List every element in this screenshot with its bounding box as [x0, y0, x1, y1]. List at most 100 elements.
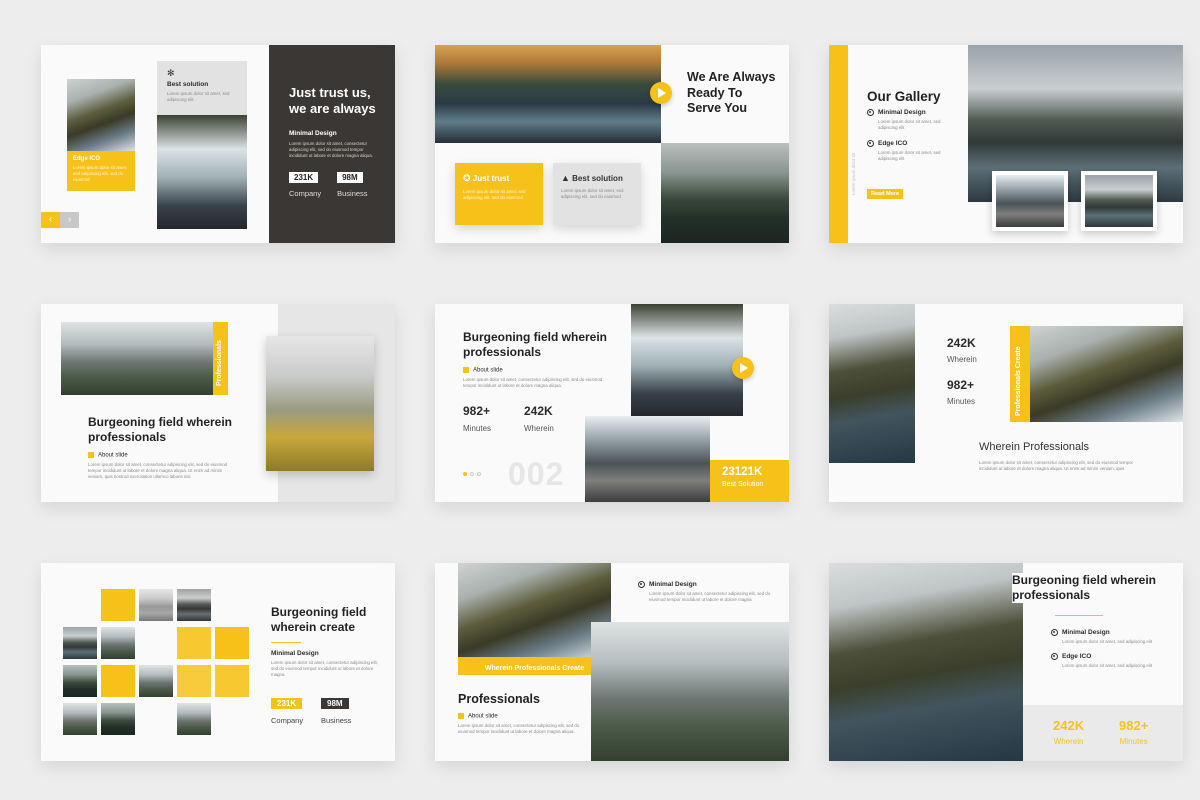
- card-just-trust[interactable]: ✪ Just trust Lorem ipsum dolor sit amet,…: [455, 163, 543, 225]
- professionals-create-text: Professionals Create: [1015, 346, 1022, 416]
- slide7-title: Burgeoning field wherein create: [271, 605, 367, 634]
- dot[interactable]: [477, 472, 481, 476]
- stats-panel: [1023, 705, 1183, 761]
- photo-thumb-1: [996, 175, 1064, 227]
- mosaic-tile: [177, 627, 211, 659]
- target-icon: [867, 140, 874, 148]
- photo-flower-field: [266, 336, 374, 471]
- slide-8[interactable]: Wherein Professionals Create Minimal Des…: [435, 563, 789, 761]
- rebel-icon: ✪: [463, 173, 471, 183]
- item-edge-ico: Edge ICO: [1062, 653, 1092, 661]
- photo-suspension-bridge: [585, 416, 710, 502]
- mosaic-tile: [63, 665, 97, 697]
- slide9-title: Burgeoning field wherein professionals: [1012, 573, 1177, 603]
- mosaic-tile: [63, 703, 97, 735]
- stat-business-value: 98M: [337, 171, 363, 183]
- photo-coastline: [1030, 326, 1183, 422]
- stat-company-label: Company: [289, 188, 322, 198]
- mosaic-grid: [63, 589, 253, 737]
- slide-4[interactable]: Professionals Burgeoning field wherein p…: [41, 304, 395, 502]
- minimal-design-label: Minimal Design: [271, 650, 319, 657]
- bullet-square: [463, 367, 469, 373]
- card-just-trust-text: Lorem ipsum dolor sit amet, sed adipisci…: [463, 189, 526, 200]
- item-edge-ico: Edge ICO: [878, 140, 908, 148]
- bullet-square: [88, 452, 94, 458]
- slide-5[interactable]: Burgeoning field wherein professionals A…: [435, 304, 789, 502]
- about-slide-label: About slide: [473, 367, 503, 374]
- mosaic-tile: [101, 589, 135, 621]
- stat-wherein-label: Wherein: [524, 424, 554, 433]
- minimal-design-text: Lorem ipsum dolor sit amet, consectetur …: [271, 660, 378, 677]
- subtitle-text: Lorem ipsum dolor sit amet, consectetur …: [979, 460, 1133, 471]
- stat-wherein-label: Wherein: [1053, 737, 1084, 746]
- item-edge-ico-text: Lorem ipsum dolor sit amet, sed adipisci…: [1062, 663, 1153, 669]
- photo-cabin-mountains: [591, 622, 789, 761]
- dot[interactable]: [470, 472, 474, 476]
- mosaic-tile: [63, 627, 97, 659]
- gear-icon: ✻: [167, 68, 175, 78]
- stat-minutes-label: Minutes: [1119, 737, 1148, 746]
- slide-1[interactable]: Edge ICO Lorem ipsum dolor sit amet, sed…: [41, 45, 395, 243]
- item-minimal-design-text: Lorem ipsum dolor sit amet, sed adipisci…: [878, 119, 941, 131]
- mosaic-tile: [177, 589, 211, 621]
- dot-active[interactable]: [463, 472, 467, 476]
- stat-minutes-label: Minutes: [463, 424, 492, 433]
- gallery-title: Our Gallery: [867, 89, 941, 104]
- slide4-title: Burgeoning field wherein professionals: [88, 415, 233, 444]
- photo-cliff-sea: [829, 304, 915, 463]
- read-more-button[interactable]: Read More: [867, 189, 904, 199]
- photo-lake-hiker: [435, 45, 661, 143]
- edge-ico-text: Lorem ipsum dolor sit amet, sed adipisci…: [73, 165, 128, 182]
- best-solution-label: Best solution: [167, 81, 209, 88]
- subtitle: Wherein Professionals: [979, 441, 1090, 453]
- photo-cabins: [61, 322, 213, 395]
- stat-minutes-value: 982+: [463, 404, 491, 418]
- stat-business-label: Business: [337, 188, 368, 198]
- photo-waterfall: [157, 115, 247, 229]
- slide-2[interactable]: We Are Always Ready To Serve You ✪ Just …: [435, 45, 789, 243]
- slide-9[interactable]: Burgeoning field wherein professionals M…: [829, 563, 1183, 761]
- mosaic-tile: [139, 589, 173, 621]
- best-solution-text: Lorem ipsum dolor sit amet, sed adipisci…: [167, 91, 230, 102]
- play-icon[interactable]: [732, 357, 754, 379]
- card-best-solution[interactable]: ▲ Best solution Lorem ipsum dolor sit am…: [553, 163, 641, 225]
- slide-3[interactable]: Lorem ipsum dolor sit Our Gallery Minima…: [829, 45, 1183, 243]
- card-best-solution-text: Lorem ipsum dolor sit amet, sed adipisci…: [561, 188, 624, 199]
- headline: Just trust us, we are always: [289, 85, 376, 117]
- photo-coast: [67, 79, 135, 151]
- about-text: Lorem ipsum dolor sit amet, consectetur …: [463, 377, 603, 388]
- edge-ico-label: Edge ICO: [73, 156, 101, 162]
- mosaic-tile: [177, 703, 211, 735]
- mosaic-tile: [101, 627, 135, 659]
- card-best-solution-title: Best solution: [572, 174, 623, 183]
- about-slide-label: About slide: [98, 452, 128, 459]
- accent-bar: [829, 45, 848, 243]
- item-minimal-design: Minimal Design: [1062, 629, 1110, 637]
- mosaic-tile: [139, 665, 173, 697]
- slide-7[interactable]: Burgeoning field wherein create Minimal …: [41, 563, 395, 761]
- slide-6[interactable]: 242K Wherein 982+ Minutes Professionals …: [829, 304, 1183, 502]
- stat-minutes-value: 982+: [947, 378, 975, 392]
- about-slide-label: About slide: [468, 713, 498, 720]
- bullet-square: [458, 713, 464, 719]
- play-icon[interactable]: [650, 82, 672, 104]
- prev-button[interactable]: ‹: [41, 212, 60, 228]
- alliance-icon: ▲: [561, 173, 570, 183]
- stat-wherein-label: Wherein: [947, 355, 977, 364]
- thumb-frame-2: [1081, 171, 1157, 231]
- pagination-dots[interactable]: [463, 472, 481, 476]
- target-icon: [867, 109, 874, 116]
- target-icon: [1051, 653, 1058, 661]
- about-text: Lorem ipsum dolor sit amet, consectetur …: [88, 462, 228, 479]
- stat-company-label: Company: [271, 716, 304, 725]
- best-solution-card: ✻ Best solution Lorem ipsum dolor sit am…: [157, 61, 247, 115]
- big-number: 002: [508, 456, 565, 492]
- mosaic-tile: [215, 627, 249, 659]
- mosaic-tile: [215, 665, 249, 697]
- headline: We Are Always Ready To Serve You: [687, 70, 776, 116]
- title-underline: [1055, 615, 1103, 616]
- next-button[interactable]: ›: [60, 212, 79, 228]
- solution-box: 23121K Best Solution: [710, 460, 789, 502]
- stat-business-value: 98M: [321, 698, 349, 709]
- slide8-title: Professionals: [458, 692, 540, 706]
